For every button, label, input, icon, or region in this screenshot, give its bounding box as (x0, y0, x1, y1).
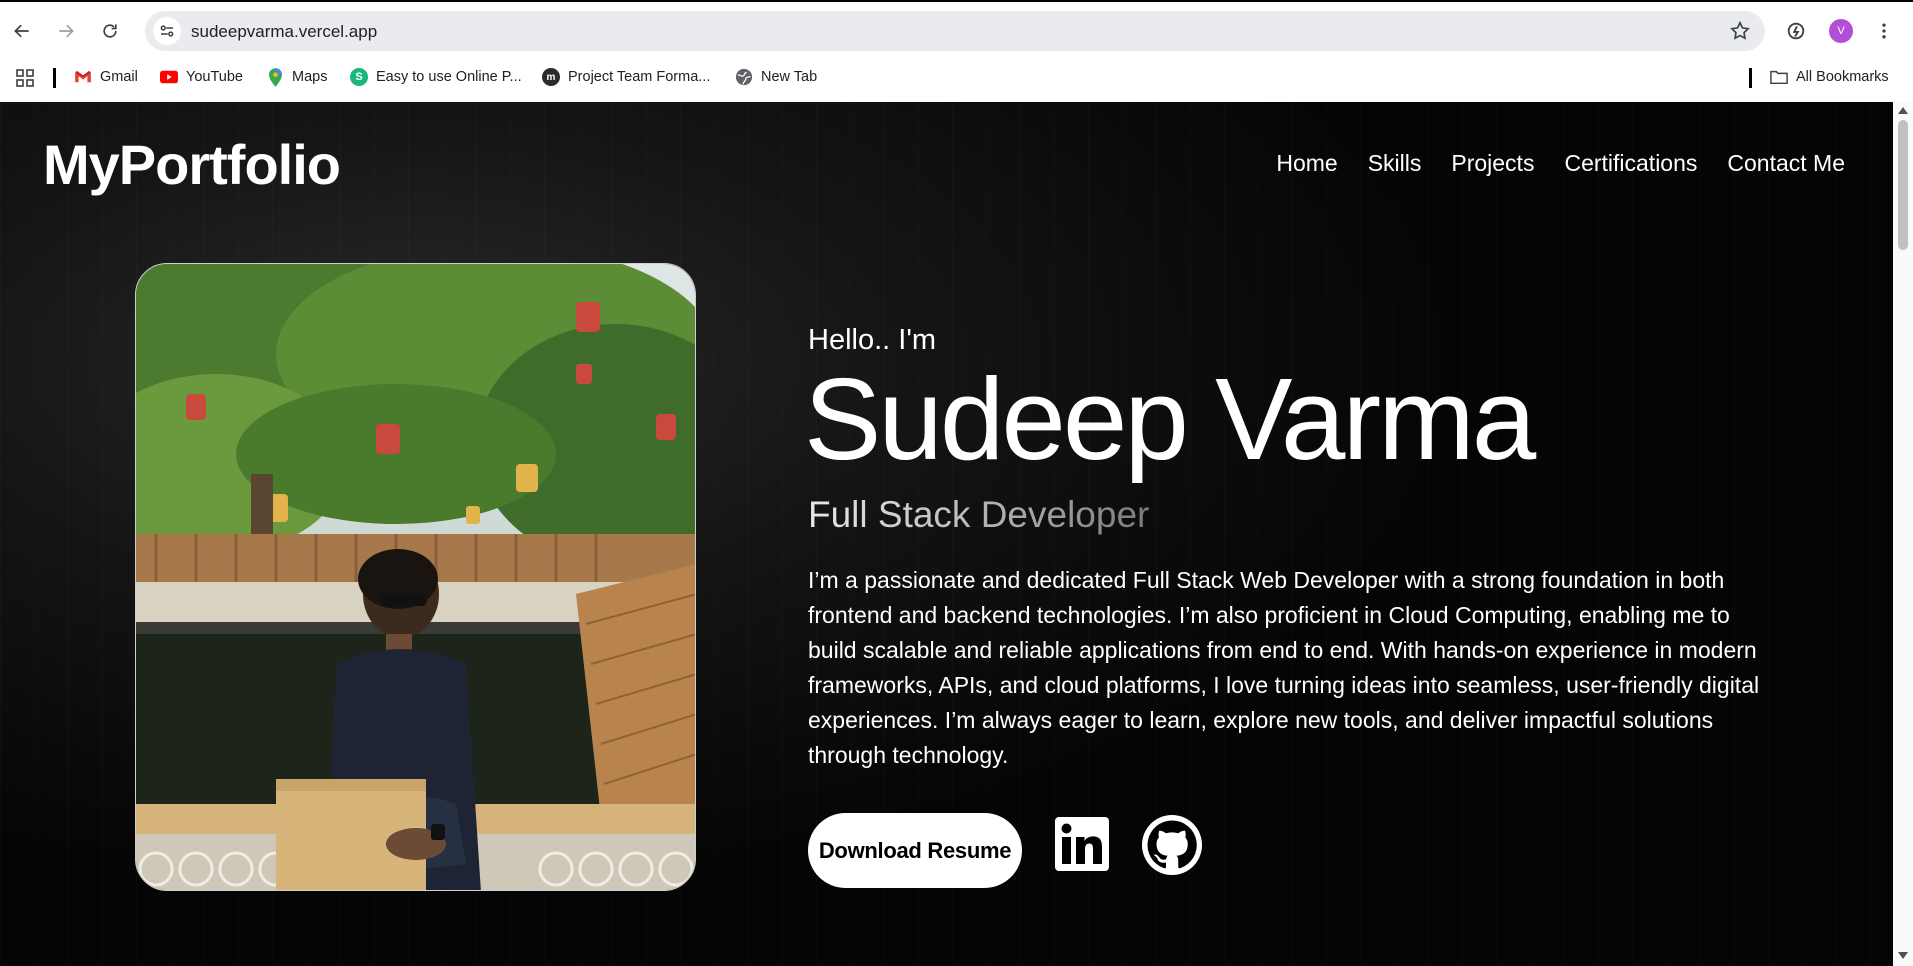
folder-icon (1770, 68, 1788, 86)
github-icon[interactable] (1142, 815, 1202, 875)
bookmark-easy-to-use[interactable]: S Easy to use Online P... (350, 62, 522, 92)
hero-role: Full Stack Developer (808, 494, 1150, 535)
more-vert-icon (1882, 23, 1886, 39)
site-logo[interactable]: MyPortfolio (43, 132, 341, 197)
address-bar[interactable]: sudeepvarma.vercel.app (145, 11, 1765, 51)
bookmark-star-icon[interactable] (1729, 20, 1751, 42)
bookmark-label: All Bookmarks (1796, 69, 1889, 85)
bookmark-label: Project Team Forma... (568, 69, 711, 85)
profile-photo (135, 263, 696, 891)
nav-projects[interactable]: Projects (1451, 150, 1534, 177)
page-scrollbar[interactable] (1893, 102, 1913, 966)
bookmark-maps[interactable]: Maps (266, 62, 327, 92)
scroll-down-arrow-icon[interactable] (1898, 952, 1908, 959)
linkedin-icon[interactable] (1055, 817, 1109, 871)
main-nav: Home Skills Projects Certifications Cont… (1276, 150, 1845, 177)
apps-grid-icon[interactable] (15, 68, 35, 88)
reload-icon (103, 24, 117, 38)
bookmark-project-team[interactable]: m Project Team Forma... (542, 62, 710, 92)
scroll-up-arrow-icon[interactable] (1898, 107, 1908, 114)
nav-contact-me[interactable]: Contact Me (1727, 150, 1845, 177)
bookmark-youtube[interactable]: YouTube (160, 62, 243, 92)
nav-certifications[interactable]: Certifications (1564, 150, 1697, 177)
hero-bio: I’m a passionate and dedicated Full Stac… (808, 567, 1760, 768)
maps-icon (266, 67, 284, 87)
scrollbar-thumb[interactable] (1898, 120, 1908, 250)
bookmarks-separator (1749, 68, 1752, 88)
browser-menu-button[interactable] (1869, 16, 1899, 46)
forward-button[interactable] (50, 15, 82, 47)
gmail-icon (74, 68, 92, 86)
all-bookmarks-button[interactable]: All Bookmarks (1770, 62, 1889, 92)
arrow-right-icon (59, 24, 74, 38)
extensions-button[interactable] (1781, 16, 1811, 46)
bookmark-label: YouTube (186, 69, 243, 85)
bookmark-label: Maps (292, 69, 328, 85)
bookmarks-bar: Gmail YouTube Maps S Easy to use Online … (0, 62, 1913, 92)
nav-skills[interactable]: Skills (1368, 150, 1422, 177)
back-button[interactable] (6, 15, 38, 47)
browser-chrome: sudeepvarma.vercel.app V Gmail YouTube M… (0, 0, 1913, 102)
site-info-icon[interactable] (153, 17, 181, 45)
portfolio-page: MyPortfolio Home Skills Projects Certifi… (0, 102, 1893, 966)
reload-button[interactable] (94, 15, 126, 47)
m-logo-icon: m (542, 68, 560, 86)
profile-photo-illustration (136, 264, 695, 890)
tab-strip-edge (0, 0, 1913, 2)
s-green-icon: S (350, 68, 368, 86)
nav-home[interactable]: Home (1276, 150, 1337, 177)
bookmark-new-tab[interactable]: New Tab (735, 62, 817, 92)
performance-icon (1787, 22, 1805, 40)
bookmark-label: New Tab (761, 69, 818, 85)
bookmark-gmail[interactable]: Gmail (74, 62, 138, 92)
arrow-left-icon (14, 24, 29, 38)
hero-name: Sudeep Varma (804, 354, 1536, 484)
youtube-icon (160, 68, 178, 86)
url-text: sudeepvarma.vercel.app (191, 22, 378, 41)
bookmark-label: Gmail (100, 69, 138, 85)
globe-icon (735, 68, 753, 86)
download-resume-button[interactable]: Download Resume (808, 813, 1022, 888)
bookmarks-separator (53, 68, 56, 88)
bookmark-label: Easy to use Online P... (376, 69, 522, 85)
profile-avatar[interactable]: V (1829, 19, 1853, 43)
